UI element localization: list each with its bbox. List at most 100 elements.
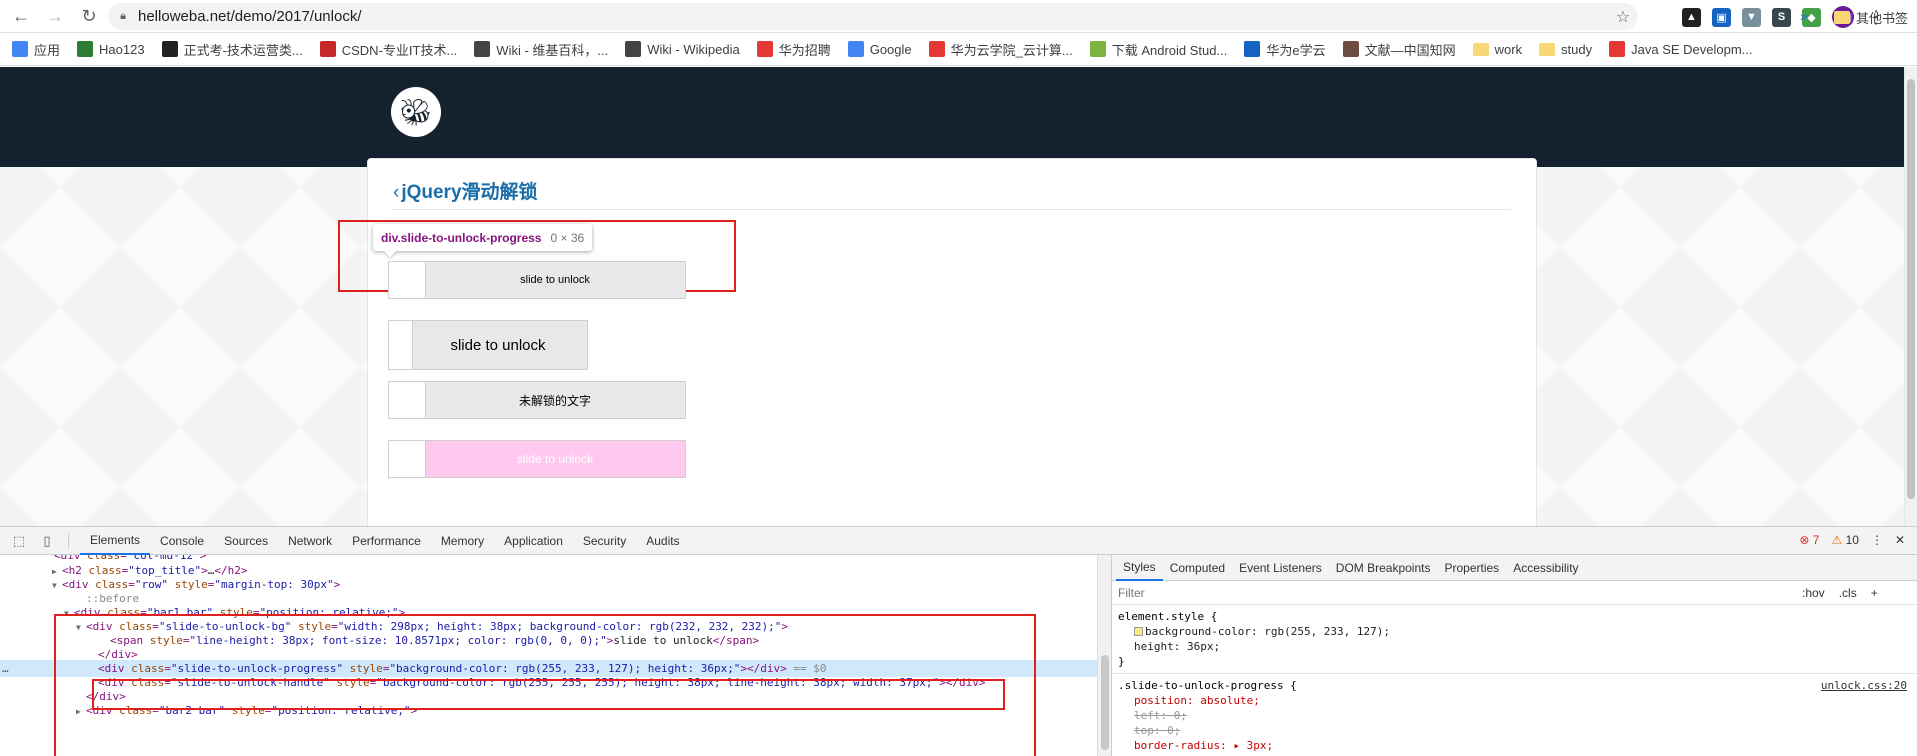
bookmark-item[interactable]: Google (847, 41, 912, 57)
color-swatch-icon[interactable] (1134, 627, 1143, 636)
extension-v-icon[interactable]: ▼ (1742, 7, 1761, 27)
style-prop-bg[interactable]: background-color: rgb(255, 233, 127); (1118, 624, 1911, 639)
bookmark-item[interactable]: 文献—中国知网 (1342, 40, 1456, 59)
devtools-tab-network[interactable]: Network (278, 527, 342, 555)
page-scrollbar-thumb[interactable] (1907, 79, 1915, 499)
slider-label-2: slide to unlock (450, 336, 546, 354)
other-bookmarks[interactable]: 其他书签 (1834, 8, 1908, 27)
error-count[interactable]: ⊗ 7 (1799, 533, 1819, 547)
new-rule-button[interactable]: + (1871, 586, 1878, 600)
devtools-tab-sources[interactable]: Sources (214, 527, 278, 555)
oracle-ring-icon (1609, 41, 1626, 57)
other-bookmarks-label: 其他书签 (1856, 11, 1909, 26)
slide-to-unlock-bar-2[interactable]: slide to unlock (388, 320, 588, 370)
slider-handle-2[interactable] (389, 321, 413, 369)
page-scrollbar[interactable] (1904, 67, 1917, 526)
bookmark-item[interactable]: Hao123 (77, 41, 145, 57)
wikipedia-w-icon (625, 41, 642, 57)
bookmark-label: Java SE Developm... (1631, 41, 1753, 57)
extension-drive-icon[interactable]: ▲ (1682, 7, 1701, 27)
styles-filter-input[interactable] (1118, 585, 1788, 600)
rule-source-link[interactable]: unlock.css:20 (1821, 678, 1907, 693)
devtools-tab-memory[interactable]: Memory (431, 527, 494, 555)
styles-tab-accessibility[interactable]: Accessibility (1506, 555, 1585, 581)
reload-icon[interactable]: ↻ (76, 3, 102, 29)
slide-to-unlock-bar-3[interactable]: 未解锁的文字 (388, 381, 686, 419)
devtools-tab-elements[interactable]: Elements (80, 527, 151, 555)
bookmark-item[interactable]: 华为e学云 (1244, 40, 1326, 59)
devtools-menu-icon[interactable]: ⋮ (1871, 533, 1883, 547)
tooltip-tail (384, 251, 396, 258)
forward-arrow-icon[interactable]: → (42, 3, 68, 29)
style-prop-height[interactable]: height: 36px; (1118, 639, 1911, 654)
rule-prop[interactable]: border-radius: ▸ 3px; (1118, 738, 1911, 753)
bookmark-star-icon[interactable]: ☆ (1608, 7, 1638, 27)
slider-label-4: slide to unlock (516, 452, 594, 466)
elements-scrollbar[interactable] (1097, 555, 1112, 756)
bookmark-item[interactable]: study (1539, 42, 1592, 57)
rule-prop[interactable]: left: 0; (1118, 708, 1911, 723)
bookmarks-overflow-icon[interactable]: » (1800, 8, 1808, 24)
slider-handle-4[interactable] (389, 441, 426, 477)
devtools-tab-security[interactable]: Security (573, 527, 636, 555)
slide-to-unlock-bar-1[interactable]: slide to unlock (388, 261, 686, 299)
rule-prop[interactable]: position: absolute; (1118, 693, 1911, 708)
address-bar-row: ← → ↻ 🔒︎ helloweba.net/demo/2017/unlock/… (0, 0, 1917, 33)
back-arrow-icon[interactable]: ← (8, 3, 34, 29)
csdn-c-icon (319, 41, 336, 57)
url-text[interactable]: helloweba.net/demo/2017/unlock/ (138, 8, 1608, 25)
page-title[interactable]: ‹ jQuery滑动解锁 (393, 177, 538, 204)
device-toolbar-icon[interactable]: ▯ (38, 533, 56, 549)
hover-state-toggle[interactable]: :hov (1802, 586, 1825, 600)
bee-logo-icon[interactable]: 🐝︎ (391, 87, 441, 137)
bookmark-item[interactable]: 应用 (12, 40, 60, 59)
devtools-tab-audits[interactable]: Audits (636, 527, 689, 555)
bookmark-item[interactable]: 下载 Android Stud... (1089, 40, 1227, 59)
folder-icon (1834, 11, 1850, 24)
extension-se-icon[interactable]: S (1772, 7, 1791, 27)
styles-tab-dom-breakpoints[interactable]: DOM Breakpoints (1329, 555, 1438, 581)
devtools-status: ⊗ 7 ⚠ 10 ⋮ ✕ (1799, 533, 1905, 547)
rule-prop[interactable]: top: 0; (1118, 723, 1911, 738)
apps-grid-icon (12, 41, 28, 57)
cnki-icon (1342, 41, 1359, 57)
devtools-tabbar: ⬚ ▯ Elements Console Sources Network Perform… (0, 527, 1917, 555)
omnibox[interactable]: 🔒︎ helloweba.net/demo/2017/unlock/ ☆ (108, 3, 1638, 30)
bookmark-label: Google (869, 41, 912, 57)
annotation-box-dom-inner (92, 679, 1005, 710)
slider-handle-3[interactable] (389, 382, 426, 418)
devtools-tab-application[interactable]: Application (494, 527, 573, 555)
android-icon (1089, 41, 1106, 57)
tooltip-dimensions: 0 × 36 (550, 230, 585, 245)
extension-picture-icon[interactable]: ▣ (1712, 7, 1731, 27)
class-toggle[interactable]: .cls (1839, 586, 1857, 600)
tooltip-selector: div.slide-to-unlock-progress (381, 230, 542, 245)
bookmark-item[interactable]: CSDN-专业IT技术... (319, 40, 457, 59)
styles-tab-list: Styles Computed Event Listeners DOM Breakpo… (1112, 555, 1917, 581)
elements-scrollbar-thumb[interactable] (1101, 655, 1109, 750)
devtools-close-icon[interactable]: ✕ (1895, 533, 1905, 547)
slider-handle-1[interactable] (389, 262, 426, 298)
styles-tab-styles[interactable]: Styles (1116, 555, 1163, 581)
devtools-tab-performance[interactable]: Performance (342, 527, 431, 555)
element-style-selector: element.style { (1118, 610, 1218, 623)
styles-tab-properties[interactable]: Properties (1437, 555, 1506, 581)
progress-css-rule: .slide-to-unlock-progress { unlock.css:2… (1112, 674, 1917, 756)
bookmark-item[interactable]: Wiki - Wikipedia (625, 41, 740, 57)
styles-tab-computed[interactable]: Computed (1163, 555, 1232, 581)
bookmark-item[interactable]: 正式考-技术运营类... (161, 40, 303, 59)
bookmark-item[interactable]: Wiki - 维基百科，... (474, 40, 608, 59)
bookmark-item[interactable]: work (1472, 42, 1522, 57)
warning-count[interactable]: ⚠ 10 (1831, 533, 1858, 547)
filter-tools: :hov .cls + (1802, 586, 1878, 600)
devtools-tab-console[interactable]: Console (150, 527, 214, 555)
title-divider (391, 209, 1511, 210)
bookmark-label: study (1561, 41, 1593, 57)
slide-to-unlock-bar-4[interactable]: slide to unlock (388, 440, 686, 478)
devtools-tab-list: Elements Console Sources Network Performance… (80, 527, 690, 555)
bookmark-item[interactable]: 华为云学院_云计算... (928, 40, 1073, 59)
bookmark-item[interactable]: Java SE Developm... (1609, 41, 1753, 57)
inspect-element-icon[interactable]: ⬚ (10, 533, 28, 549)
styles-tab-event-listeners[interactable]: Event Listeners (1232, 555, 1329, 581)
bookmark-item[interactable]: 华为招聘 (756, 40, 831, 59)
